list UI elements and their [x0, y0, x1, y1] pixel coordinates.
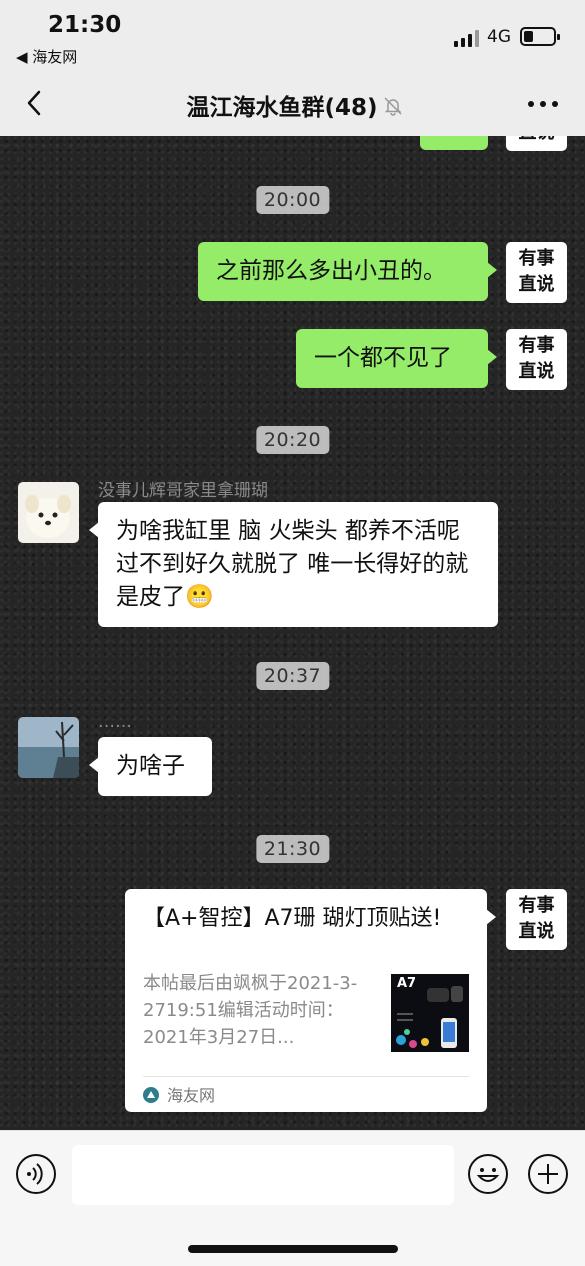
- message-bubble-out[interactable]: 之前那么多出小丑的。: [198, 242, 497, 301]
- chat-area[interactable]: 有事 直说 20:00 之前那么多出小丑的。 有事 直说 一个都不见了 有事 直…: [0, 136, 585, 1130]
- self-avatar[interactable]: 有事 直说: [506, 242, 567, 303]
- avatar[interactable]: [18, 482, 79, 543]
- status-bar: 21:30 ◀ 海友网 4G: [0, 0, 585, 70]
- link-card[interactable]: 【A+智控】A7珊 瑚灯顶贴送! 本帖最后由飒枫于2021-3-2719:51编…: [125, 889, 496, 1112]
- card-source-text: 海友网: [167, 1086, 216, 1105]
- card-thumbnail: A7: [391, 974, 469, 1052]
- time-divider: 20:00: [255, 186, 330, 214]
- self-avatar-text: 有事 直说: [519, 136, 555, 143]
- card-title: 【A+智控】A7珊 瑚灯顶贴送!: [143, 906, 442, 931]
- time-divider: 20:20: [255, 426, 330, 454]
- network-type: 4G: [487, 27, 511, 47]
- self-avatar-text: 有事 直说: [518, 248, 555, 295]
- battery-icon: [520, 27, 560, 46]
- chat-title-text: 温江海水鱼群(48): [186, 95, 378, 121]
- previous-message-bubble: [420, 136, 488, 150]
- message-bubble-in[interactable]: 为啥我缸里 脑 火柴头 都养不活呢 过不到好久就脱了 唯一长得好的就是皮了😬: [89, 502, 498, 627]
- self-avatar[interactable]: 有事 直说: [506, 329, 567, 390]
- lake-avatar-icon: [18, 717, 79, 778]
- self-avatar[interactable]: 有事 直说: [506, 136, 567, 151]
- signal-icon: [454, 29, 480, 47]
- message-bubble-out[interactable]: 一个都不见了: [296, 329, 497, 388]
- voice-icon[interactable]: [15, 1153, 57, 1195]
- card-source: 海友网: [143, 1082, 215, 1107]
- self-avatar-text: 有事 直说: [518, 895, 555, 942]
- more-dots-icon[interactable]: [526, 92, 560, 116]
- card-divider: [143, 1076, 469, 1077]
- back-to-app-link[interactable]: ◀ 海友网: [16, 46, 77, 67]
- input-bar: [0, 1130, 585, 1266]
- time-divider: 20:37: [255, 662, 330, 690]
- time-divider: 21:30: [255, 835, 330, 863]
- sender-name: 没事儿辉哥家里拿珊瑚: [98, 481, 268, 501]
- home-indicator[interactable]: [188, 1245, 398, 1253]
- plus-icon[interactable]: [527, 1153, 569, 1195]
- sender-name: ……: [98, 712, 132, 732]
- emoji-icon[interactable]: [467, 1153, 509, 1195]
- bell-mute-icon: [382, 95, 404, 123]
- source-logo-icon: [143, 1086, 159, 1107]
- status-time: 21:30: [48, 12, 122, 38]
- self-avatar-text: 有事 直说: [518, 335, 555, 382]
- card-description: 本帖最后由飒枫于2021-3-2719:51编辑活动时间：2021年3月27日.…: [143, 973, 358, 1048]
- chevron-left-icon[interactable]: [22, 88, 52, 118]
- self-avatar[interactable]: 有事 直说: [506, 889, 567, 950]
- chat-title: 温江海水鱼群(48): [150, 88, 440, 123]
- lamp-product-icon: [396, 986, 463, 1048]
- dog-avatar-icon: [18, 482, 79, 543]
- avatar[interactable]: [18, 717, 79, 778]
- nav-bar: 温江海水鱼群(48): [0, 70, 585, 136]
- message-bubble-in[interactable]: 为啥子: [89, 737, 212, 796]
- message-input[interactable]: [72, 1145, 454, 1205]
